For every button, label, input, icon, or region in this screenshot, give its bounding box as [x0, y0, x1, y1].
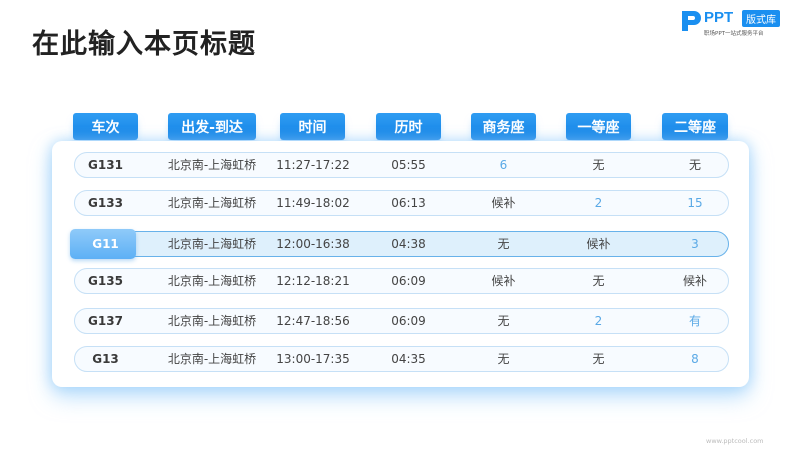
- cell-business: 无: [497, 314, 510, 328]
- cell-first: 2: [594, 196, 603, 210]
- cell-first: 无: [592, 352, 605, 366]
- cell-train: G133: [88, 196, 123, 210]
- cell-time: 12:00-16:38: [276, 237, 350, 251]
- cell-route: 北京南-上海虹桥: [167, 274, 257, 288]
- cell-second: 候补: [682, 274, 707, 288]
- cell-first: 候补: [586, 237, 611, 251]
- cell-route: 北京南-上海虹桥: [167, 352, 257, 366]
- cell-time: 11:27-17:22: [276, 158, 350, 172]
- cell-second: 15: [687, 196, 703, 210]
- cell-business: 无: [497, 352, 510, 366]
- cell-duration: 06:13: [391, 196, 426, 210]
- cell-business: 候补: [491, 274, 516, 288]
- cell-second: 8: [691, 352, 699, 366]
- logo-badge: 版式库: [742, 10, 780, 27]
- cell-duration: 05:55: [391, 158, 426, 172]
- cell-route: 北京南-上海虹桥: [167, 196, 257, 210]
- cell-second: 无: [688, 158, 701, 172]
- cell-time: 11:49-18:02: [276, 196, 350, 210]
- cell-train: G137: [88, 314, 123, 328]
- column-header-business: 商务座: [471, 113, 536, 140]
- cell-train: G131: [88, 158, 123, 172]
- column-header-time: 时间: [280, 113, 345, 140]
- column-header-duration: 历时: [376, 113, 441, 140]
- cell-business: 候补: [491, 196, 516, 210]
- cell-time: 12:47-18:56: [276, 314, 350, 328]
- cell-route: 北京南-上海虹桥: [167, 314, 257, 328]
- cell-second: 有: [688, 314, 701, 328]
- cell-time: 13:00-17:35: [276, 352, 350, 366]
- column-header-second-class: 二等座: [662, 113, 728, 140]
- cell-route: 北京南-上海虹桥: [167, 158, 257, 172]
- column-header-first-class: 一等座: [566, 113, 631, 140]
- cell-business: 无: [497, 237, 510, 251]
- cell-train: G13: [92, 352, 119, 366]
- cell-first: 无: [592, 274, 605, 288]
- column-header-train: 车次: [73, 113, 138, 140]
- cell-train: G11: [92, 237, 119, 251]
- footer-url: www.pptcool.com: [706, 437, 764, 445]
- cell-duration: 06:09: [391, 314, 426, 328]
- cell-duration: 04:38: [391, 237, 426, 251]
- cell-time: 12:12-18:21: [276, 274, 350, 288]
- cell-second: 3: [691, 237, 699, 251]
- logo-text: PPT: [704, 9, 734, 26]
- cell-duration: 04:35: [391, 352, 426, 366]
- cell-first: 2: [594, 314, 603, 328]
- brand-logo[interactable]: PPT 版式库 职场PPT一站式服务平台: [680, 9, 795, 37]
- cell-first: 无: [592, 158, 605, 172]
- logo-subtitle: 职场PPT一站式服务平台: [704, 31, 764, 37]
- cell-train: G135: [88, 274, 123, 288]
- page-title: 在此输入本页标题: [32, 29, 256, 60]
- logo-p-icon: [682, 11, 701, 31]
- cell-business: 6: [499, 158, 508, 172]
- column-header-route: 出发-到达: [168, 113, 256, 140]
- cell-duration: 06:09: [391, 274, 426, 288]
- cell-route: 北京南-上海虹桥: [167, 237, 257, 251]
